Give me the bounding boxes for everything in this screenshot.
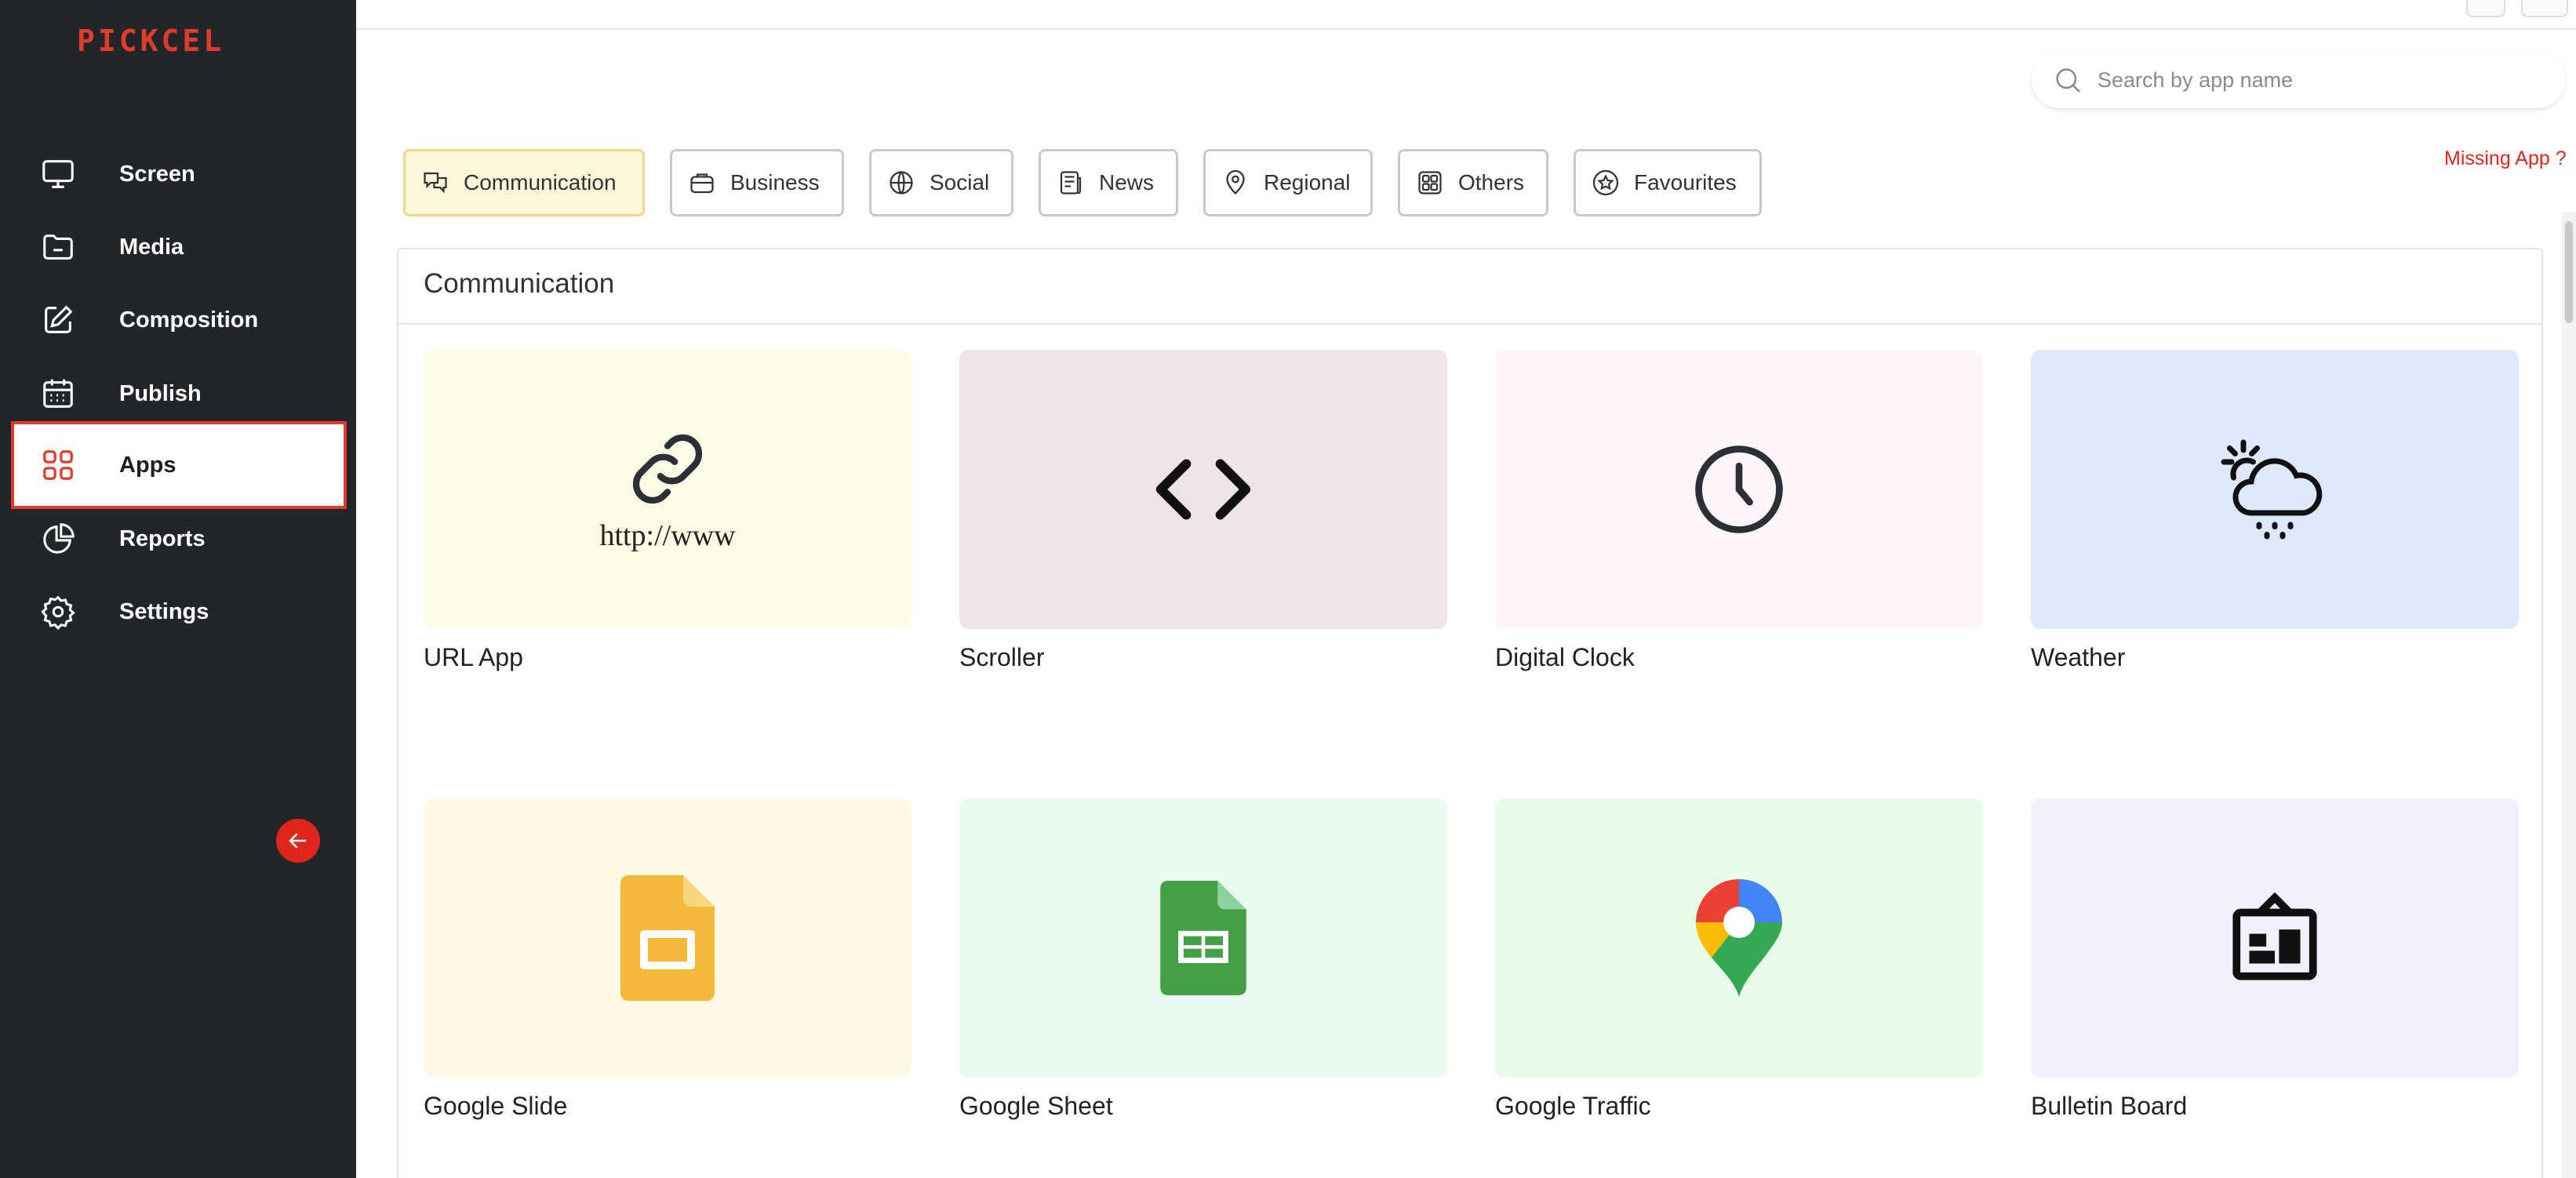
app-card-weather[interactable]: Weather: [2031, 350, 2519, 672]
brand-logo[interactable]: PICKCEL: [77, 24, 224, 58]
bulletin-board-icon: [2232, 892, 2317, 980]
top-menu-button[interactable]: [2466, 0, 2505, 17]
app-name: Bulletin Board: [2031, 1092, 2188, 1120]
sidebar-item-label: Apps: [119, 452, 176, 478]
app-thumbnail: http://www: [424, 350, 911, 629]
sidebar-item-label: Composition: [119, 307, 259, 333]
app-name: Weather: [2031, 643, 2126, 671]
tab-label: Favourites: [1634, 170, 1737, 195]
sidebar-item-label: Screen: [119, 161, 195, 187]
panel-divider: [398, 323, 2541, 325]
tab-label: Business: [730, 170, 820, 195]
user-avatar-button[interactable]: [2521, 0, 2568, 17]
google-sheets-icon: [1160, 881, 1246, 995]
sidebar-item-label: Reports: [119, 525, 206, 551]
tab-communication[interactable]: Communication: [403, 149, 645, 216]
sidebar-item-label: Publish: [119, 380, 202, 406]
app-name: Google Sheet: [959, 1092, 1113, 1120]
app-thumbnail: [2031, 350, 2519, 629]
sidebar-item-label: Media: [119, 234, 184, 260]
tab-regional[interactable]: Regional: [1203, 149, 1373, 216]
apps-panel: Communication http://www URL App Scrolle…: [397, 248, 2543, 1178]
app-card-google-slide[interactable]: Google Slide: [424, 798, 911, 1121]
grid-icon: [1418, 171, 1442, 195]
app-card-url-app[interactable]: http://www URL App: [424, 350, 911, 672]
tab-business[interactable]: Business: [670, 149, 844, 216]
tab-favourites[interactable]: Favourites: [1574, 149, 1762, 216]
globe-icon: [890, 171, 913, 195]
sidebar-item-label: Settings: [119, 598, 209, 624]
top-bar: [356, 0, 2576, 30]
sidebar-item-settings[interactable]: Settings: [11, 568, 347, 656]
tab-news[interactable]: News: [1039, 149, 1178, 216]
app-thumbnail: [1495, 350, 1983, 629]
briefcase-icon: [690, 173, 714, 194]
app-name: Digital Clock: [1495, 643, 1635, 671]
gear-icon: [38, 591, 78, 632]
app-card-google-sheet[interactable]: Google Sheet: [959, 798, 1447, 1121]
app-name: Scroller: [959, 643, 1045, 671]
monitor-icon: [38, 154, 78, 195]
app-thumbnail: [959, 798, 1447, 1078]
tab-label: Regional: [1264, 170, 1351, 195]
location-pin-icon: [1226, 169, 1245, 195]
url-thumb-text: http://www: [599, 519, 736, 552]
pie-chart-icon: [38, 518, 78, 559]
tab-social[interactable]: Social: [869, 149, 1013, 216]
arrow-left-icon: [289, 833, 306, 849]
app-card-digital-clock[interactable]: Digital Clock: [1495, 350, 1983, 672]
star-icon: [1592, 169, 1619, 196]
missing-app-link[interactable]: Missing App ?: [2444, 147, 2567, 170]
google-slides-icon: [620, 875, 715, 1001]
search-icon: [2056, 68, 2080, 93]
app-thumbnail: [2031, 798, 2519, 1078]
app-name: Google Traffic: [1495, 1092, 1651, 1120]
folder-icon: [38, 227, 78, 267]
sidebar: PICKCEL Screen Media Composition Publish…: [0, 0, 356, 1178]
tab-label: Communication: [464, 170, 617, 195]
tab-label: News: [1099, 170, 1155, 195]
newspaper-icon: [1060, 171, 1082, 195]
app-card-google-traffic[interactable]: Google Traffic: [1495, 798, 1983, 1121]
scrollbar-thumb[interactable]: [2565, 221, 2573, 323]
app-thumbnail: [1495, 798, 1983, 1078]
code-icon: [1155, 459, 1251, 520]
link-icon: [632, 434, 703, 504]
chat-icon: [424, 172, 447, 194]
tab-label: Social: [930, 170, 990, 195]
panel-title: Communication: [424, 268, 615, 299]
app-card-bulletin-board[interactable]: Bulletin Board: [2031, 798, 2519, 1121]
tab-label: Others: [1458, 170, 1525, 195]
search-box: [2032, 52, 2565, 108]
app-name: URL App: [424, 643, 523, 671]
tab-others[interactable]: Others: [1398, 149, 1548, 216]
grid-icon: [38, 445, 78, 485]
calendar-icon: [38, 373, 78, 414]
clock-icon: [1695, 445, 1783, 533]
app-card-scroller[interactable]: Scroller: [959, 350, 1447, 672]
search-input[interactable]: [2098, 67, 2537, 93]
weather-icon: [2221, 439, 2323, 540]
app-thumbnail: [424, 798, 911, 1078]
edit-icon: [38, 300, 78, 340]
google-maps-icon: [1696, 879, 1782, 997]
app-thumbnail: [959, 350, 1447, 629]
app-name: Google Slide: [424, 1092, 568, 1120]
collapse-sidebar-button[interactable]: [276, 819, 320, 863]
scrollbar-track[interactable]: [2562, 212, 2576, 1178]
